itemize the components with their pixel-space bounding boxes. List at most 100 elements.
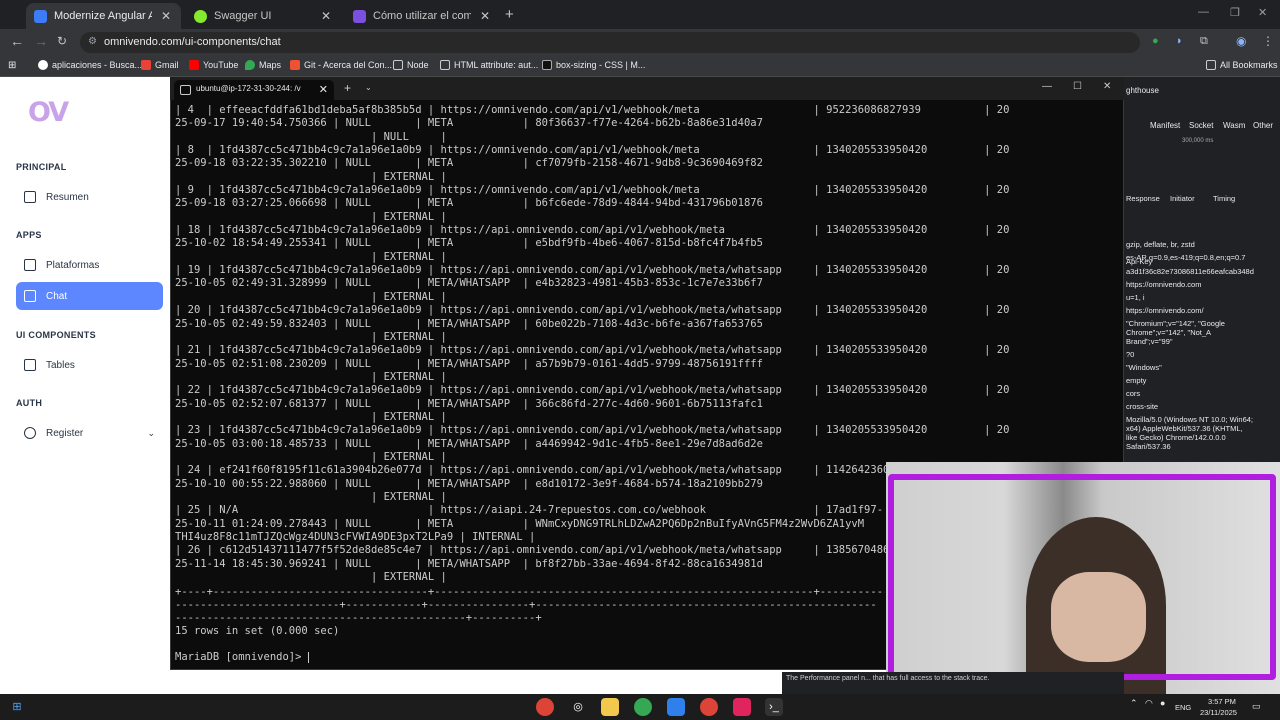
terminal-line: 25-09-17 19:40:54.750366 | NULL | META |… <box>175 117 763 130</box>
terminal-line: | EXTERNAL | <box>175 410 447 423</box>
maximize-icon[interactable]: ❐ <box>1230 6 1240 19</box>
tiktok-icon[interactable] <box>733 698 751 716</box>
maximize-icon[interactable]: ☐ <box>1073 81 1082 92</box>
devtools-tab[interactable]: Wasm <box>1223 121 1245 130</box>
chevron-up-icon[interactable]: ⌃ <box>1130 698 1138 709</box>
terminal-line: 25-10-05 02:49:31.328999 | NULL | META/W… <box>175 277 763 290</box>
forward-icon[interactable]: → <box>34 33 48 49</box>
tab-swagger[interactable]: Swagger UI ✕ <box>186 3 341 29</box>
terminal-line: 25-10-05 02:49:59.832403 | NULL | META/W… <box>175 317 763 330</box>
devtools-tab[interactable]: Manifest <box>1150 121 1180 130</box>
terminal-line: | EXTERNAL | <box>175 250 447 263</box>
sidebar-item-resumen[interactable]: Resumen <box>16 183 163 211</box>
bookmark-label: Gmail <box>155 60 179 70</box>
terminal-line: 25-09-18 03:27:25.066698 | NULL | META |… <box>175 197 763 210</box>
microphone-icon[interactable]: ● <box>1160 698 1165 708</box>
tab-label: Modernize Angular Admin Tem <box>54 10 152 22</box>
terminal-line: | 23 | 1fd4387cc5c471bb4c9c7a1a96e1a0b9 … <box>175 424 1010 437</box>
layers-icon <box>24 259 36 271</box>
close-window-icon[interactable]: ✕ <box>1103 81 1111 92</box>
bookmark-item[interactable]: Node <box>393 60 429 70</box>
section-title: AUTH <box>16 398 43 408</box>
terminal-tab[interactable]: ubuntu@ip-172-31-30-244: /v ✕ <box>174 80 334 100</box>
file-explorer-icon[interactable] <box>601 698 619 716</box>
extension-icon[interactable]: ◗ <box>1176 35 1183 47</box>
close-window-icon[interactable]: ✕ <box>1258 6 1267 19</box>
sidebar-item-plataformas[interactable]: Plataformas <box>16 251 163 279</box>
bookmark-label: Git - Acerca del Con... <box>304 60 393 70</box>
reload-icon[interactable]: ↻ <box>57 34 67 48</box>
site-info-icon[interactable]: ⚙ <box>88 36 97 47</box>
section-title: APPS <box>16 230 42 240</box>
windows-start-icon[interactable]: ⊞ <box>8 698 26 716</box>
github-icon[interactable]: ◎ <box>569 698 587 716</box>
new-terminal-tab-button[interactable]: + <box>344 81 351 95</box>
terminal-icon[interactable]: ›_ <box>765 698 783 716</box>
extension-icon[interactable]: ● <box>1152 35 1159 47</box>
timeline-label: 300,000 ms <box>1182 138 1214 144</box>
devtools-tab[interactable]: Other <box>1253 121 1273 130</box>
bookmark-item[interactable]: Maps <box>245 60 281 70</box>
sidebar-item-chat[interactable]: Chat <box>16 282 163 310</box>
close-icon[interactable]: ✕ <box>159 9 173 23</box>
tab-modernize[interactable]: Modernize Angular Admin Tem ✕ <box>26 3 181 29</box>
git-icon <box>290 60 300 70</box>
apps-grid-icon[interactable]: ⊞ <box>8 60 16 71</box>
minimize-icon[interactable]: — <box>1042 81 1052 92</box>
close-icon[interactable]: ✕ <box>478 9 492 23</box>
bookmarks-bar: ⊞ aplicaciones - Busca... Gmail YouTube … <box>0 56 1280 77</box>
tab-unzip[interactable]: Cómo utilizar el comando unzi ✕ <box>345 3 500 29</box>
sidebar-item-register[interactable]: Register ⌄ <box>16 419 163 447</box>
menu-kebab-icon[interactable]: ⋮ <box>1262 34 1274 48</box>
chrome-icon[interactable] <box>700 698 718 716</box>
terminal-line: 25-10-05 03:00:18.485733 | NULL | META/W… <box>175 437 763 450</box>
header-value: gzip, deflate, br, zstd <box>1126 240 1195 249</box>
swagger-favicon-icon <box>194 9 207 23</box>
profile-avatar-icon[interactable]: ◉ <box>1236 34 1246 48</box>
wifi-icon[interactable]: ◠ <box>1145 698 1153 709</box>
folder-icon <box>440 60 450 70</box>
vscode-icon[interactable] <box>667 698 685 716</box>
chevron-down-icon[interactable]: ⌄ <box>365 83 372 92</box>
chrome-icon[interactable] <box>634 698 652 716</box>
terminal-line: | EXTERNAL | <box>175 210 447 223</box>
close-icon[interactable]: ✕ <box>319 9 333 23</box>
notifications-icon[interactable]: ▭ <box>1252 701 1261 712</box>
minimize-icon[interactable]: — <box>1198 6 1209 18</box>
all-bookmarks[interactable]: All Bookmarks <box>1206 60 1278 70</box>
language-indicator[interactable]: ENG <box>1175 703 1191 712</box>
terminal-line: | EXTERNAL | <box>175 370 447 383</box>
devtools-subtab[interactable]: Timing <box>1213 194 1235 203</box>
bookmark-label: All Bookmarks <box>1220 60 1278 70</box>
header-value: cross-site <box>1126 402 1159 411</box>
table-separator: ----------------------------------------… <box>175 612 542 624</box>
clock-time[interactable]: 3:57 PM <box>1208 697 1236 706</box>
devtools-subtab[interactable]: Initiator <box>1170 194 1195 203</box>
chrome-icon[interactable] <box>536 698 554 716</box>
request-headers: gzip, deflate, br, zstd es-AR,q=0.9,es-4… <box>1126 240 1276 470</box>
header-value: Api-Key <box>1126 257 1153 266</box>
back-icon[interactable]: ← <box>10 33 24 49</box>
terminal-prompt[interactable]: MariaDB [omnivendo]> <box>175 651 309 663</box>
sidebar-item-tables[interactable]: Tables <box>16 351 163 379</box>
bookmark-item[interactable]: aplicaciones - Busca... <box>38 60 142 70</box>
devtools-lighthouse-tab[interactable]: ghthouse <box>1126 86 1159 95</box>
google-icon <box>38 60 48 70</box>
bookmark-item[interactable]: Gmail <box>141 60 179 70</box>
address-text: omnivendo.com/ui-components/chat <box>104 36 281 48</box>
bookmark-item[interactable]: Git - Acerca del Con... <box>290 60 392 70</box>
new-tab-button[interactable]: + <box>505 6 514 23</box>
tab-label: Swagger UI <box>214 10 272 22</box>
devtools-tab[interactable]: Socket <box>1189 121 1213 130</box>
bookmark-item[interactable]: YouTube <box>189 60 238 70</box>
devtools-subtab[interactable]: Response <box>1126 194 1160 203</box>
address-bar[interactable]: ⚙ omnivendo.com/ui-components/chat <box>80 32 1140 53</box>
bookmark-label: box-sizing - CSS | M... <box>556 60 646 70</box>
clock-date[interactable]: 23/11/2025 <box>1200 708 1237 717</box>
extensions-puzzle-icon[interactable]: ⧉ <box>1200 35 1208 48</box>
bookmark-item[interactable]: box-sizing - CSS | M... <box>542 60 645 70</box>
close-icon[interactable]: ✕ <box>319 83 328 96</box>
tab-label: Cómo utilizar el comando unzi <box>373 10 471 22</box>
bookmark-item[interactable]: HTML attribute: aut... <box>440 60 538 70</box>
header-value: "Chromium";v="142", "Google <box>1126 319 1225 328</box>
